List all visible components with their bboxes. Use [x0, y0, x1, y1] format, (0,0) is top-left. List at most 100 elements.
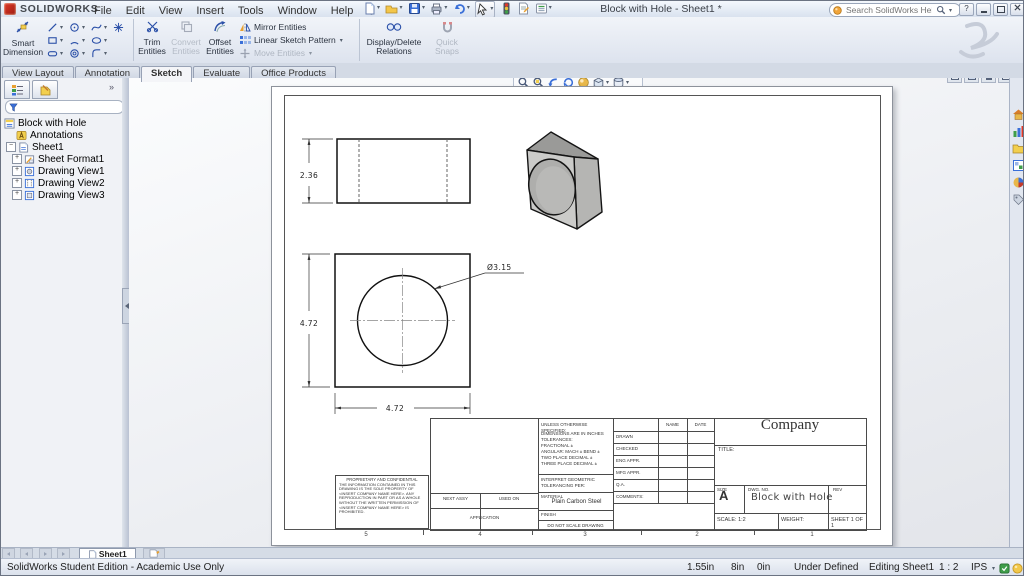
- expand-box-icon[interactable]: +: [12, 178, 22, 188]
- approval-row-label: Q.A.: [616, 482, 625, 488]
- dropdown-arrow-icon[interactable]: ▾: [466, 5, 471, 11]
- tab-sketch[interactable]: Sketch: [141, 66, 192, 82]
- dropdown-arrow-icon[interactable]: ▾: [948, 7, 953, 14]
- tree-item-drawing-view1[interactable]: + Drawing View1: [1, 165, 133, 177]
- tree-filter-box[interactable]: [5, 100, 124, 114]
- dropdown-arrow-icon[interactable]: ▾: [339, 37, 344, 44]
- minimize-button[interactable]: [976, 3, 991, 16]
- drawing-sheet[interactable]: 5 4 3 2 1 2.36: [271, 86, 893, 546]
- tag-toggle-icon[interactable]: [999, 563, 1010, 574]
- restore-button[interactable]: [993, 3, 1008, 16]
- tree-root-block-with-hole[interactable]: Block with Hole: [1, 117, 125, 129]
- select-tool-button[interactable]: ▾: [475, 1, 495, 18]
- dropdown-arrow-icon[interactable]: ▾: [103, 37, 108, 44]
- print-button[interactable]: ▾: [430, 1, 448, 16]
- close-button[interactable]: [1010, 3, 1024, 16]
- toolbar-separator: [133, 19, 134, 61]
- dropdown-arrow-icon[interactable]: ▾: [81, 24, 86, 31]
- doc-minimize-button[interactable]: [981, 78, 996, 83]
- dimension-front-height[interactable]: 4.72: [300, 254, 330, 387]
- view-palette-icon[interactable]: [1012, 159, 1024, 172]
- help-button[interactable]: ?: [959, 3, 974, 16]
- help-search-box[interactable]: ▾: [829, 3, 961, 17]
- dropdown-arrow-icon[interactable]: ▾: [59, 24, 64, 31]
- drawing-view-front[interactable]: [335, 254, 470, 387]
- quick-tips-icon[interactable]: [1012, 563, 1023, 574]
- dropdown-arrow-icon[interactable]: ▾: [489, 6, 494, 12]
- dropdown-arrow-icon[interactable]: ▾: [443, 5, 448, 11]
- dropdown-arrow-icon[interactable]: ▾: [398, 5, 403, 11]
- rebuild-button[interactable]: [500, 1, 513, 16]
- approval-row-label: DRAWN: [616, 434, 633, 440]
- units-dropdown-icon[interactable]: ▾: [991, 565, 996, 572]
- tree-item-sheet1[interactable]: − Sheet1: [1, 141, 127, 153]
- tree-item-drawing-view2[interactable]: + Drawing View2: [1, 177, 133, 189]
- dropdown-arrow-icon[interactable]: ▾: [605, 79, 610, 86]
- status-units[interactable]: IPS: [971, 562, 987, 573]
- save-button[interactable]: ▾: [408, 1, 426, 16]
- line-tool-button[interactable]: ▾: [47, 21, 69, 34]
- dropdown-arrow-icon[interactable]: ▾: [81, 50, 86, 57]
- task-pane: [1009, 78, 1024, 547]
- dropdown-arrow-icon[interactable]: ▾: [81, 37, 86, 44]
- drawing-view-top[interactable]: [337, 139, 470, 203]
- undo-button[interactable]: ▾: [453, 1, 471, 16]
- panel-expand-chevron[interactable]: »: [109, 82, 114, 92]
- expand-box-icon[interactable]: +: [12, 154, 22, 164]
- spline-tool-button[interactable]: ▾: [91, 21, 113, 34]
- smart-dimension-label: Smart Dimension: [3, 39, 43, 57]
- search-input[interactable]: [844, 4, 934, 16]
- tree-item-drawing-view3[interactable]: + Drawing View3: [1, 189, 133, 201]
- offset-entities-button[interactable]: Offset Entities: [205, 20, 235, 56]
- tree-item-annotations[interactable]: Annotations: [1, 129, 137, 141]
- design-library-icon[interactable]: [1012, 125, 1024, 138]
- grid-line: [431, 508, 538, 509]
- solidworks-resources-icon[interactable]: [1012, 108, 1024, 121]
- title-bar: SOLIDWORKS FileEditViewInsertToolsWindow…: [1, 1, 1024, 18]
- file-explorer-icon[interactable]: [1012, 142, 1024, 155]
- tree-item-label: Block with Hole: [15, 118, 86, 129]
- panel-splitter[interactable]: [122, 78, 129, 547]
- material-value: Plain Carbon Steel: [539, 500, 614, 506]
- dropdown-arrow-icon[interactable]: ▾: [59, 50, 64, 57]
- rectangle-tool-button[interactable]: ▾: [47, 34, 69, 47]
- linear-sketch-pattern-button[interactable]: Linear Sketch Pattern ▾: [239, 34, 355, 47]
- open-document-button[interactable]: ▾: [385, 1, 403, 16]
- arc-tool-button[interactable]: ▾: [69, 34, 91, 47]
- dropdown-arrow-icon[interactable]: ▾: [103, 50, 108, 57]
- dropdown-arrow-icon[interactable]: ▾: [376, 5, 381, 11]
- dropdown-arrow-icon[interactable]: ▾: [308, 50, 313, 57]
- expand-box-icon[interactable]: +: [12, 190, 22, 200]
- search-icon[interactable]: [936, 5, 946, 15]
- doc-icon: [951, 78, 959, 80]
- drawing-view-isometric[interactable]: [524, 132, 602, 229]
- nav-arrow-icon: [25, 552, 28, 556]
- dropdown-arrow-icon[interactable]: ▾: [59, 37, 64, 44]
- tree-item-sheet-format1[interactable]: + Sheet Format1: [1, 153, 133, 165]
- custom-properties-icon[interactable]: [1012, 193, 1024, 206]
- dimension-front-width[interactable]: 4.72: [335, 393, 470, 414]
- dropdown-arrow-icon[interactable]: ▾: [421, 5, 426, 11]
- point-tool-button[interactable]: [113, 21, 129, 34]
- property-manager-tab[interactable]: [32, 80, 58, 99]
- expand-box-icon[interactable]: +: [12, 166, 22, 176]
- feature-manager-tab[interactable]: [4, 80, 30, 99]
- appearances-icon[interactable]: [1012, 176, 1024, 189]
- graphics-area[interactable]: ▾ ▾ 5 4 3 2 1: [129, 78, 1009, 547]
- move-entities-button[interactable]: Move Entities ▾: [239, 47, 355, 60]
- ellipse-tool-button[interactable]: ▾: [91, 34, 113, 47]
- dropdown-arrow-icon[interactable]: ▾: [625, 79, 630, 86]
- fillet-tool-button[interactable]: ▾: [91, 47, 113, 60]
- collapse-box-icon[interactable]: −: [6, 142, 16, 152]
- new-document-button[interactable]: ▾: [363, 1, 381, 16]
- doc-properties-button[interactable]: [947, 78, 962, 83]
- slot-tool-button[interactable]: ▾: [47, 47, 69, 60]
- polygon-tool-button[interactable]: ▾: [69, 47, 91, 60]
- doc-restore-button[interactable]: [998, 78, 1009, 83]
- dropdown-arrow-icon[interactable]: ▾: [103, 24, 108, 31]
- doc-new-window-button[interactable]: [964, 78, 979, 83]
- circle-tool-button[interactable]: ▾: [69, 21, 91, 34]
- dimension-top-height[interactable]: 2.36: [300, 139, 333, 203]
- filter-input[interactable]: [21, 102, 110, 113]
- mirror-entities-button[interactable]: Mirror Entities: [239, 21, 355, 34]
